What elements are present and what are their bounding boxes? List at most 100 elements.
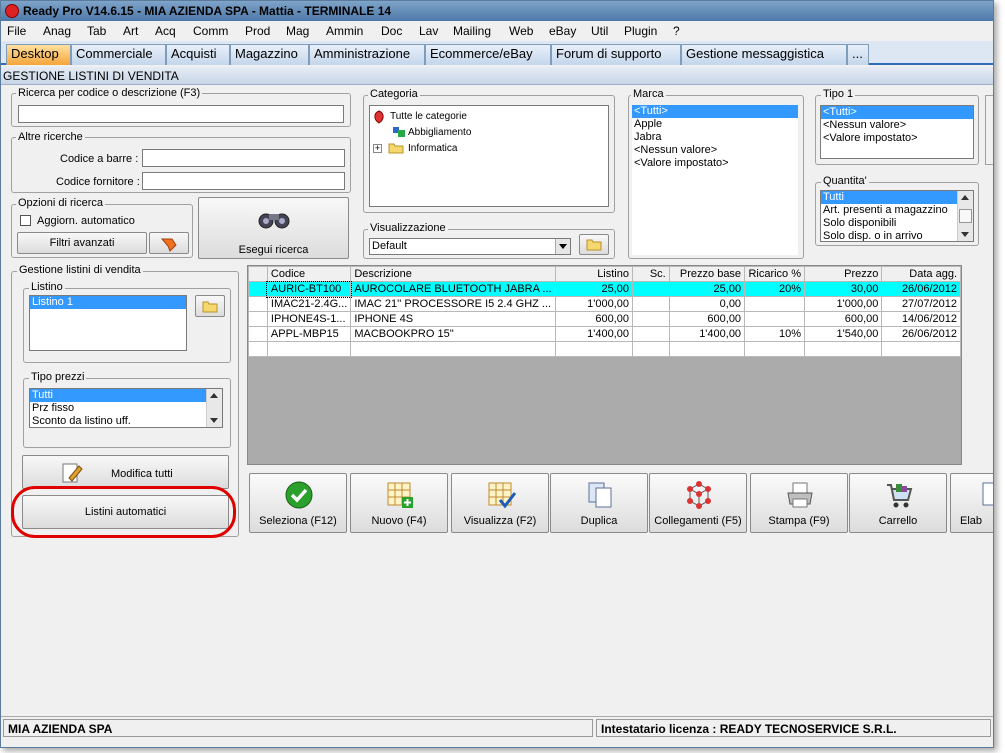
supplier-code-input[interactable]	[142, 172, 345, 190]
cart-button[interactable]: Carrello	[849, 473, 947, 533]
print-button[interactable]: Stampa (F9)	[750, 473, 848, 533]
menu-tab[interactable]: Tab	[87, 24, 106, 38]
cell-price[interactable]: 600,00	[804, 311, 883, 327]
menu-help[interactable]: ?	[673, 24, 680, 38]
quantity-item[interactable]: Art. presenti a magazzino	[821, 204, 973, 217]
table-row[interactable]: AURIC-BT100 AUROCOLARE BLUETOOTH JABRA .…	[248, 280, 961, 298]
cell-code[interactable]: AURIC-BT100	[266, 280, 352, 298]
cell-base-price[interactable]: 600,00	[668, 311, 746, 327]
menu-ebay[interactable]: eBay	[549, 24, 576, 38]
cell-date[interactable]: 27/07/2012	[881, 296, 961, 312]
links-button[interactable]: Collegamenti (F5)	[649, 473, 747, 533]
menu-util[interactable]: Util	[591, 24, 608, 38]
menu-prod[interactable]: Prod	[245, 24, 270, 38]
brand-list[interactable]: <Tutti> Apple Jabra <Nessun valore> <Val…	[632, 105, 798, 255]
cell-date[interactable]: 26/06/2012	[881, 281, 961, 297]
category-all[interactable]: Tutte le categorie	[390, 111, 467, 122]
table-row[interactable]: IPHONE4S-1... IPHONE 4S 600,00 600,00 60…	[248, 311, 961, 327]
cell-discount[interactable]	[631, 311, 670, 327]
menu-web[interactable]: Web	[509, 24, 533, 38]
table-row[interactable]: APPL-MBP15 MACBOOKPRO 15'' 1'400,00 1'40…	[248, 326, 961, 342]
tab-desktop[interactable]: Desktop	[6, 44, 71, 65]
cell-description[interactable]: AUROCOLARE BLUETOOTH JABRA ...	[350, 281, 556, 297]
price-type-item[interactable]: Sconto da listino uff.	[30, 415, 222, 427]
cell-discount[interactable]	[631, 281, 670, 297]
type1-list[interactable]: <Tutti> <Nessun valore> <Valore impostat…	[820, 105, 974, 159]
menu-comm[interactable]: Comm	[193, 24, 228, 38]
tab-acquisti[interactable]: Acquisti	[166, 44, 230, 65]
tab-forum-supporto[interactable]: Forum di supporto	[551, 44, 681, 65]
cell-price[interactable]: 1'540,00	[804, 326, 883, 342]
listino-list[interactable]: Listino 1	[29, 295, 187, 351]
price-list-grid[interactable]: Codice Descrizione Listino Sc. Prezzo ba…	[247, 265, 962, 465]
category-informatica[interactable]: Informatica	[408, 143, 457, 154]
expand-toggle-icon[interactable]: +	[373, 144, 382, 153]
cell-price[interactable]: 1'000,00	[804, 296, 883, 312]
cell-description[interactable]: MACBOOKPRO 15''	[350, 326, 556, 342]
quantity-item[interactable]: Tutti	[821, 191, 957, 204]
cell-listino[interactable]: 25,00	[554, 281, 633, 297]
quantity-scrollbar[interactable]	[957, 191, 973, 241]
dropdown-arrow-icon[interactable]	[555, 239, 570, 254]
brand-item[interactable]: Jabra	[632, 131, 798, 144]
brand-item[interactable]: <Tutti>	[632, 105, 798, 118]
column-header[interactable]: Prezzo base	[668, 266, 746, 282]
category-tree[interactable]: Tutte le categorie Abbigliamento + Infor…	[369, 105, 609, 207]
modify-all-button[interactable]: Modifica tutti	[22, 455, 229, 489]
advanced-filters-button[interactable]: Filtri avanzati	[17, 232, 147, 254]
auto-update-checkbox[interactable]	[20, 215, 31, 226]
view-folder-button[interactable]	[579, 234, 609, 255]
listino-item[interactable]: Listino 1	[30, 296, 186, 309]
cell-markup[interactable]: 20%	[744, 281, 806, 297]
price-type-item[interactable]: Tutti	[30, 389, 206, 402]
column-header[interactable]: Descrizione	[350, 266, 556, 282]
cell-date[interactable]: 26/06/2012	[881, 326, 961, 342]
search-input[interactable]	[18, 105, 344, 123]
table-row[interactable]: IMAC21-2.4G... IMAC 21'' PROCESSORE I5 2…	[248, 296, 961, 312]
tab-ecommerce-ebay[interactable]: Ecommerce/eBay	[425, 44, 551, 65]
menu-anag[interactable]: Anag	[43, 24, 71, 38]
cell-listino[interactable]: 1'000,00	[554, 296, 633, 312]
filter-action-button[interactable]	[149, 232, 189, 254]
menu-doc[interactable]: Doc	[381, 24, 402, 38]
brand-item[interactable]: <Valore impostato>	[632, 157, 798, 170]
menu-lav[interactable]: Lav	[419, 24, 438, 38]
type1-item[interactable]: <Tutti>	[821, 106, 973, 119]
tab-magazzino[interactable]: Magazzino	[230, 44, 309, 65]
select-button[interactable]: Seleziona (F12)	[249, 473, 347, 533]
cell-description[interactable]: IMAC 21'' PROCESSORE I5 2.4 GHZ ...	[350, 296, 556, 312]
view-button[interactable]: Visualizza (F2)	[451, 473, 549, 533]
category-abbigliamento[interactable]: Abbigliamento	[408, 127, 471, 138]
tab-commerciale[interactable]: Commerciale	[71, 44, 166, 65]
menu-ammin[interactable]: Ammin	[326, 24, 363, 38]
cell-code[interactable]: IMAC21-2.4G...	[266, 296, 352, 312]
brand-item[interactable]: Apple	[632, 118, 798, 131]
cell-markup[interactable]: 10%	[744, 326, 806, 342]
tab-more[interactable]: ...	[847, 44, 869, 65]
menu-art[interactable]: Art	[123, 24, 138, 38]
column-header[interactable]: Ricarico %	[744, 266, 806, 282]
type1-item[interactable]: <Nessun valore>	[821, 119, 973, 132]
listino-folder-button[interactable]	[195, 295, 225, 317]
column-header[interactable]: Data agg.	[881, 266, 961, 282]
menu-mag[interactable]: Mag	[286, 24, 309, 38]
price-type-scrollbar[interactable]	[206, 389, 222, 427]
duplicate-button[interactable]: Duplica	[550, 473, 648, 533]
cell-base-price[interactable]: 1'400,00	[668, 326, 746, 342]
tab-amministrazione[interactable]: Amministrazione	[309, 44, 425, 65]
brand-item[interactable]: <Nessun valore>	[632, 144, 798, 157]
cell-markup[interactable]	[744, 311, 806, 327]
cell-description[interactable]: IPHONE 4S	[350, 311, 556, 327]
cell-discount[interactable]	[631, 326, 670, 342]
new-button[interactable]: Nuovo (F4)	[350, 473, 448, 533]
quantity-list[interactable]: Tutti Art. presenti a magazzino Solo dis…	[820, 190, 974, 242]
menu-file[interactable]: File	[7, 24, 26, 38]
cell-listino[interactable]: 1'400,00	[554, 326, 633, 342]
price-type-item[interactable]: Prz fisso	[30, 402, 222, 415]
column-header[interactable]: Codice	[266, 266, 352, 282]
column-header[interactable]: Listino	[554, 266, 633, 282]
cell-code[interactable]: IPHONE4S-1...	[266, 311, 352, 327]
cell-discount[interactable]	[631, 296, 670, 312]
quantity-item[interactable]: Solo disponibili	[821, 217, 973, 230]
menu-acq[interactable]: Acq	[155, 24, 176, 38]
